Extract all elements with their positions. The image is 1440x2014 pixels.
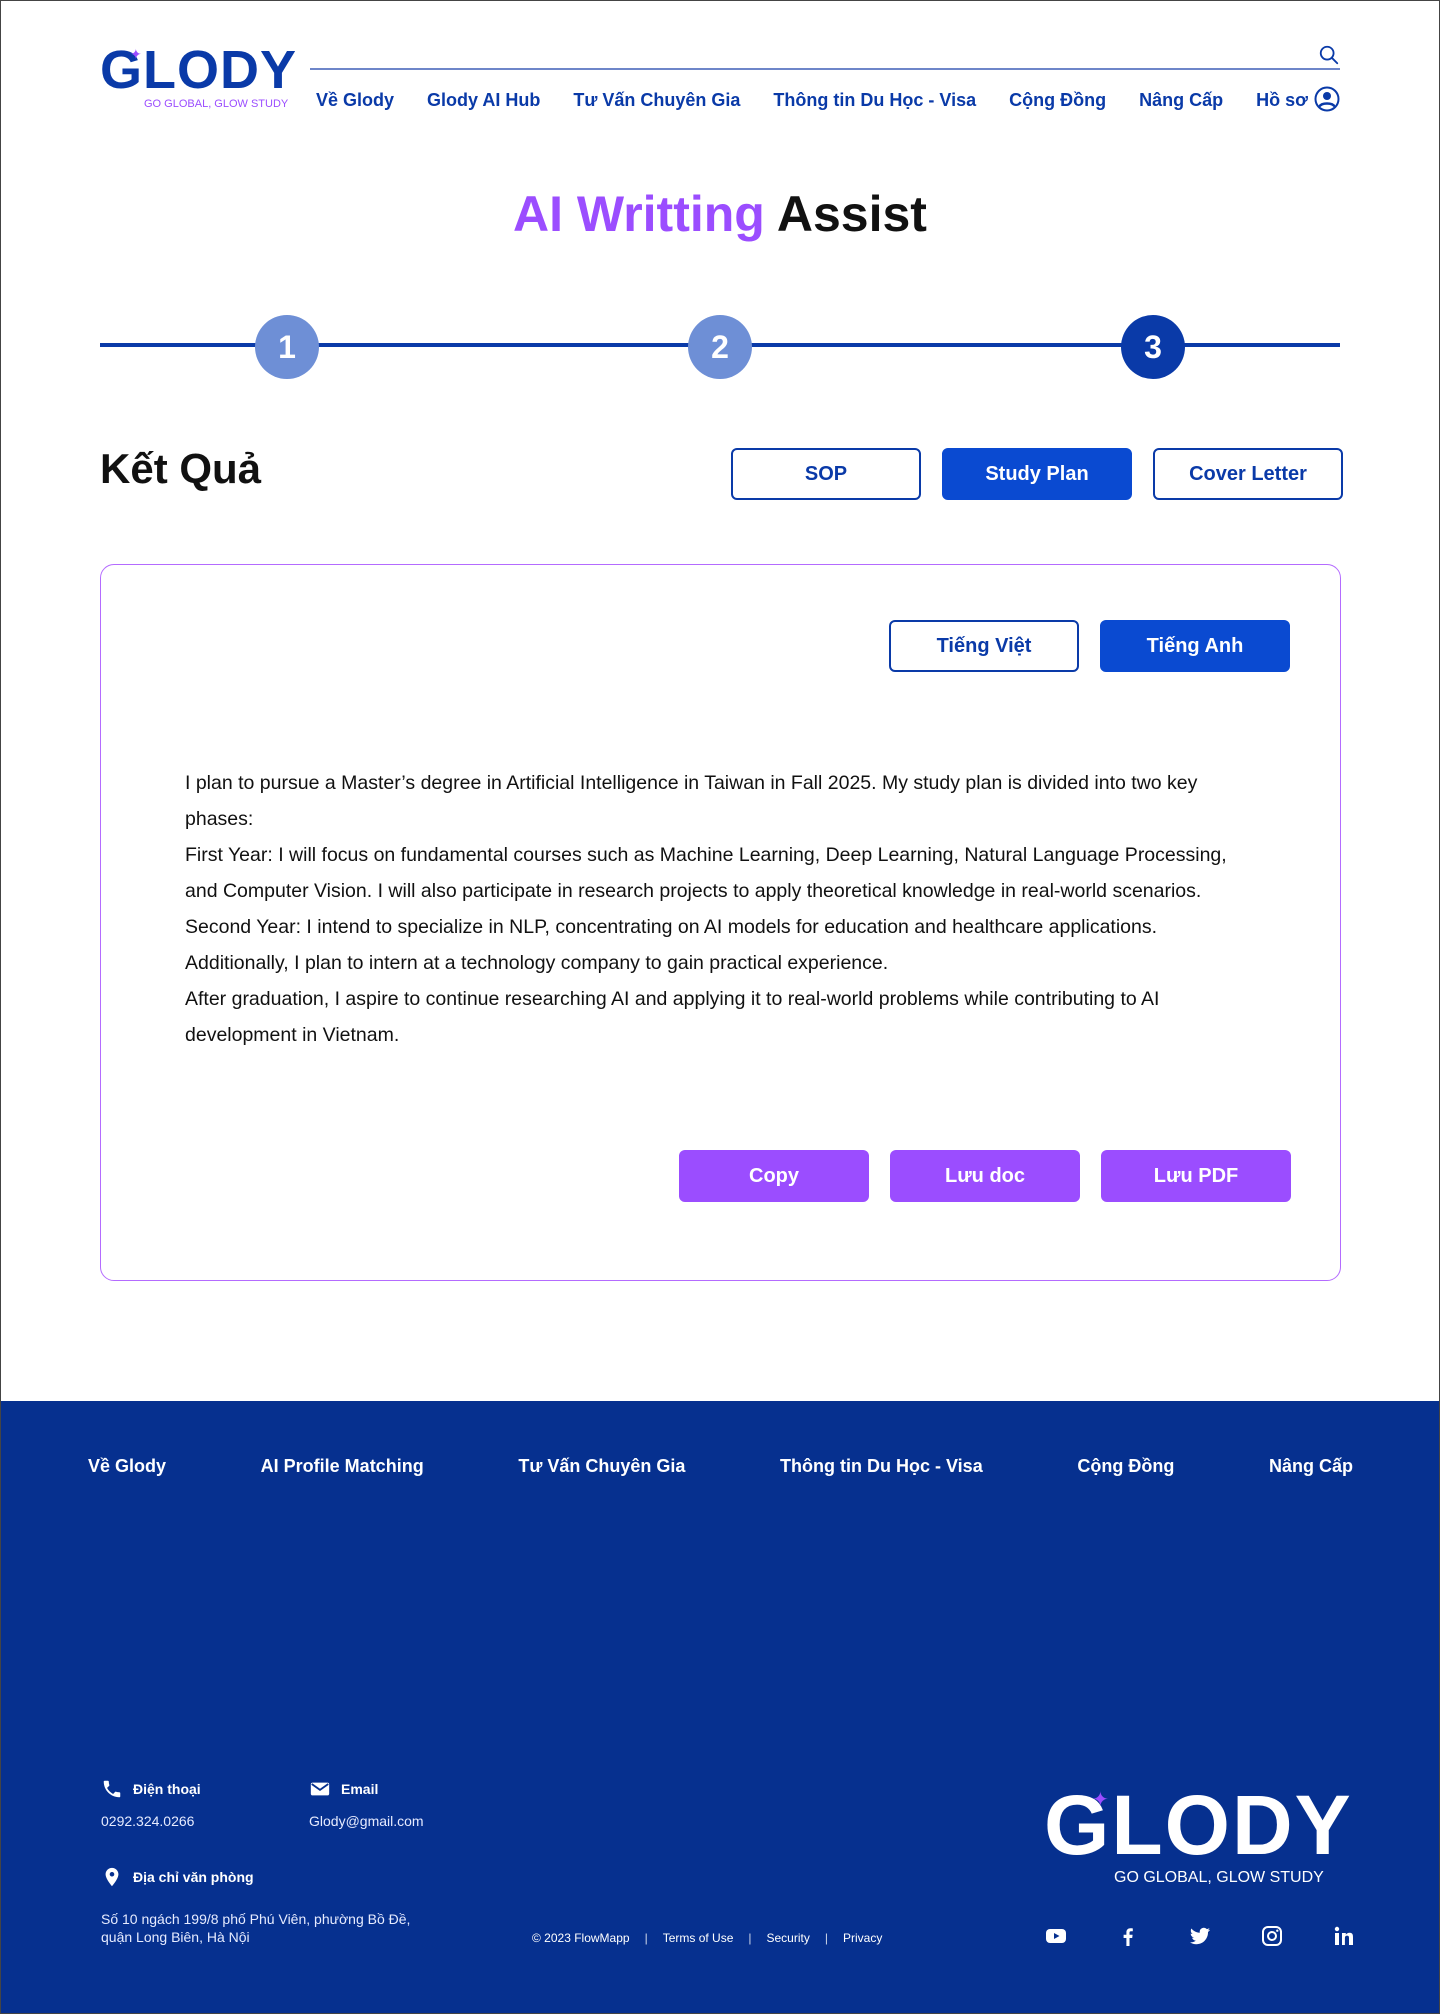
phone-number[interactable]: 0292.324.0266 <box>101 1813 194 1829</box>
footer-nav-du-hoc-visa[interactable]: Thông tin Du Học - Visa <box>780 1456 983 1477</box>
email-address[interactable]: Glody@gmail.com <box>309 1813 424 1829</box>
page-title-accent: AI Writting <box>513 186 765 242</box>
paragraph: After graduation, I aspire to continue r… <box>185 988 1160 1046</box>
copyright-text: © 2023 FlowMapp <box>532 1931 630 1945</box>
office-address: Số 10 ngách 199/8 phố Phú Viên, phường B… <box>101 1911 411 1945</box>
progress-stepper: 1 2 3 <box>100 315 1340 381</box>
document-type-tabs: SOP Study Plan Cover Letter <box>731 448 1343 500</box>
step-2[interactable]: 2 <box>688 315 752 379</box>
phone-icon <box>103 1780 121 1798</box>
logo-tagline: GO GLOBAL, GLOW STUDY <box>144 98 289 110</box>
result-actions: Copy Lưu doc Lưu PDF <box>679 1150 1291 1202</box>
footer-nav-tu-van[interactable]: Tư Vấn Chuyên Gia <box>518 1456 685 1477</box>
legal-bar: © 2023 FlowMapp | Terms of Use | Securit… <box>532 1931 882 1945</box>
step-3-current[interactable]: 3 <box>1121 315 1185 379</box>
mail-icon <box>310 1782 330 1796</box>
copy-button[interactable]: Copy <box>679 1150 869 1202</box>
main-nav: Về Glody Glody AI Hub Tư Vấn Chuyên Gia … <box>316 90 1316 111</box>
nav-item-ho-so[interactable]: Hồ sơ <box>1256 90 1308 111</box>
divider: | <box>644 1931 648 1945</box>
tab-sop[interactable]: SOP <box>731 448 921 500</box>
twitter-icon[interactable] <box>1188 1924 1212 1948</box>
linkedin-icon[interactable] <box>1332 1924 1356 1948</box>
footer-logo-tagline: GO GLOBAL, GLOW STUDY <box>1114 1869 1324 1886</box>
sparkle-icon: ✦ <box>1092 1789 1109 1811</box>
tab-study-plan[interactable]: Study Plan <box>942 448 1132 500</box>
page-title: AI Writting Assist <box>0 185 1440 243</box>
footer-logo-wordmark: GLODY <box>1044 1778 1353 1872</box>
footer-nav-ai-profile[interactable]: AI Profile Matching <box>261 1456 424 1477</box>
result-card: Tiếng Việt Tiếng Anh I plan to pursue a … <box>100 564 1341 1281</box>
footer-nav-ve-glody[interactable]: Về Glody <box>88 1456 166 1477</box>
phone-label-text: Điện thoại <box>133 1781 201 1797</box>
nav-item-du-hoc-visa[interactable]: Thông tin Du Học - Visa <box>773 90 976 111</box>
header-divider <box>310 68 1340 70</box>
footer-logo[interactable]: GLODY ✦ GO GLOBAL, GLOW STUDY <box>1044 1783 1351 1886</box>
site-header: GLODY ✦ GO GLOBAL, GLOW STUDY Về Glody G… <box>100 40 1340 120</box>
social-links <box>1044 1924 1356 1948</box>
footer-nav-nang-cap[interactable]: Nâng Cấp <box>1269 1456 1353 1477</box>
youtube-icon[interactable] <box>1044 1924 1068 1948</box>
nav-item-tu-van[interactable]: Tư Vấn Chuyên Gia <box>573 90 740 111</box>
instagram-icon[interactable] <box>1260 1924 1284 1948</box>
tab-tieng-viet[interactable]: Tiếng Việt <box>889 620 1079 672</box>
language-tabs: Tiếng Việt Tiếng Anh <box>889 620 1290 672</box>
nav-item-cong-dong[interactable]: Cộng Đồng <box>1009 90 1106 111</box>
footer-nav-cong-dong[interactable]: Cộng Đồng <box>1077 1456 1174 1477</box>
email-label: Email <box>309 1778 378 1800</box>
search-icon[interactable] <box>1318 44 1340 66</box>
site-footer: Về Glody AI Profile Matching Tư Vấn Chuy… <box>0 1401 1440 2014</box>
terms-link[interactable]: Terms of Use <box>663 1931 734 1945</box>
page-title-rest: Assist <box>764 186 927 242</box>
phone-label: Điện thoại <box>101 1778 201 1800</box>
security-link[interactable]: Security <box>767 1931 810 1945</box>
paragraph: I plan to pursue a Master’s degree in Ar… <box>185 772 1198 830</box>
user-circle-icon[interactable] <box>1314 86 1340 112</box>
paragraph: Second Year: I intend to specialize in N… <box>185 916 1158 974</box>
results-title: Kết Quả <box>100 445 262 492</box>
nav-item-nang-cap[interactable]: Nâng Cấp <box>1139 90 1223 111</box>
glody-logo[interactable]: GLODY ✦ GO GLOBAL, GLOW STUDY <box>100 42 296 112</box>
facebook-icon[interactable] <box>1116 1924 1140 1948</box>
save-doc-button[interactable]: Lưu doc <box>890 1150 1080 1202</box>
step-1[interactable]: 1 <box>255 315 319 379</box>
divider: | <box>748 1931 752 1945</box>
divider: | <box>824 1931 828 1945</box>
footer-nav: Về Glody AI Profile Matching Tư Vấn Chuy… <box>88 1456 1353 1477</box>
paragraph: First Year: I will focus on fundamental … <box>185 844 1227 902</box>
tab-tieng-anh[interactable]: Tiếng Anh <box>1100 620 1290 672</box>
address-label-text: Địa chỉ văn phòng <box>133 1869 254 1885</box>
generated-text[interactable]: I plan to pursue a Master’s degree in Ar… <box>185 765 1245 1053</box>
save-pdf-button[interactable]: Lưu PDF <box>1101 1150 1291 1202</box>
tab-cover-letter[interactable]: Cover Letter <box>1153 448 1343 500</box>
sparkle-icon: ✦ <box>130 46 142 62</box>
nav-item-ai-hub[interactable]: Glody AI Hub <box>427 90 540 111</box>
address-label: Địa chỉ văn phòng <box>101 1866 254 1888</box>
privacy-link[interactable]: Privacy <box>843 1931 882 1945</box>
nav-item-ve-glody[interactable]: Về Glody <box>316 90 394 111</box>
location-pin-icon <box>105 1867 119 1887</box>
email-label-text: Email <box>341 1781 379 1797</box>
